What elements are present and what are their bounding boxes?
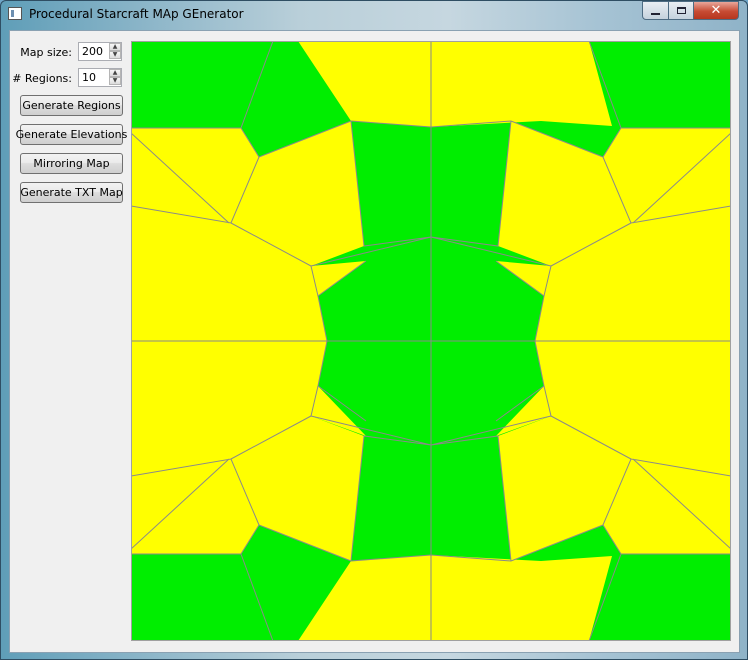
app-icon <box>8 7 22 20</box>
regions-up-arrow-icon[interactable]: ▲ <box>109 69 121 77</box>
regions-label: # Regions: <box>12 72 72 85</box>
map-size-label: Map size: <box>20 46 72 59</box>
regions-spinbox[interactable]: 10 ▲ ▼ <box>78 68 122 87</box>
mirroring-map-button[interactable]: Mirroring Map <box>20 153 123 174</box>
regions-value[interactable]: 10 <box>82 71 96 84</box>
minimize-button[interactable] <box>642 1 669 20</box>
regions-down-arrow-icon[interactable]: ▼ <box>109 77 121 85</box>
map-size-up-arrow-icon[interactable]: ▲ <box>109 43 121 51</box>
close-button[interactable]: ✕ <box>693 1 739 20</box>
minimize-icon <box>651 12 660 15</box>
maximize-button[interactable] <box>668 1 694 20</box>
map-size-value[interactable]: 200 <box>82 45 103 58</box>
main-panel: Map size: 200 ▲ ▼ # Regions: 10 ▲ ▼ Gene… <box>9 30 740 653</box>
generate-elevations-button[interactable]: Generate Elevations <box>16 124 127 145</box>
generate-regions-button[interactable]: Generate Regions <box>20 95 123 116</box>
app-window: Procedural Starcraft MAp GEnerator ✕ Map… <box>0 0 748 660</box>
generate-txt-map-button[interactable]: Generate TXT Map <box>20 182 123 203</box>
map-size-down-arrow-icon[interactable]: ▼ <box>109 51 121 59</box>
title-bar[interactable]: Procedural Starcraft MAp GEnerator ✕ <box>1 1 747 29</box>
close-icon: ✕ <box>710 3 722 18</box>
map-size-spinbox[interactable]: 200 ▲ ▼ <box>78 42 122 61</box>
maximize-icon <box>676 7 686 14</box>
map-canvas[interactable] <box>131 41 731 641</box>
window-title: Procedural Starcraft MAp GEnerator <box>29 7 244 21</box>
